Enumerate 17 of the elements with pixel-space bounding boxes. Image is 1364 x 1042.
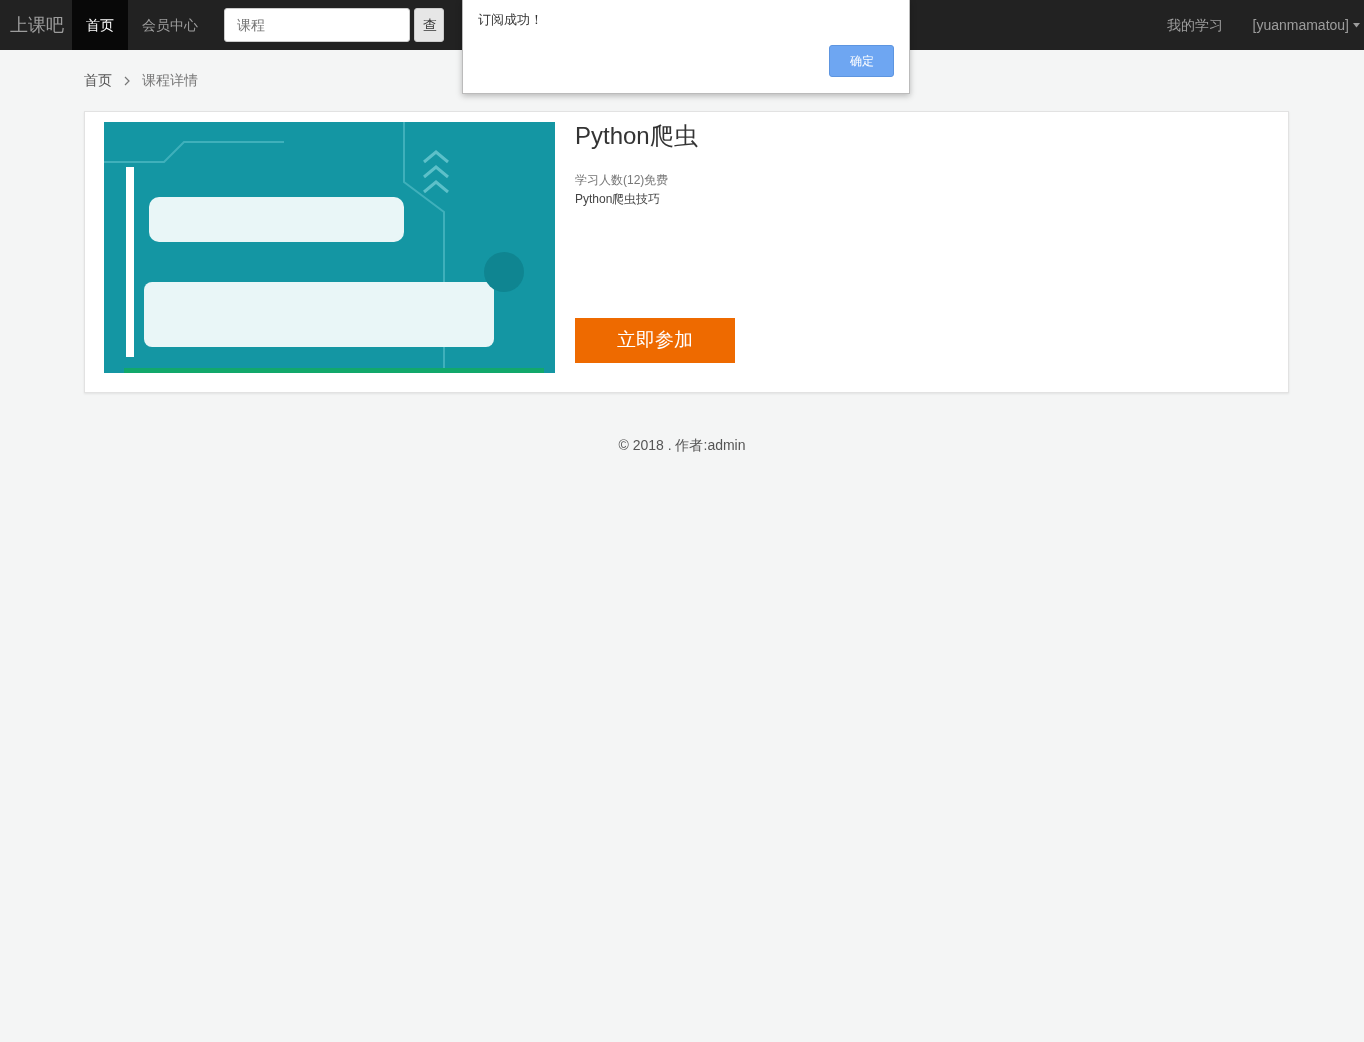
user-menu[interactable]: [yuanmamatou]	[1237, 0, 1364, 50]
breadcrumb-link[interactable]: 首页	[84, 70, 112, 91]
brand-logo[interactable]: 上课吧	[0, 0, 72, 50]
chevron-right-icon	[124, 75, 130, 86]
course-title: Python爬虫	[575, 122, 699, 151]
footer-text: © 2018 . 作者:admin	[617, 436, 747, 455]
nav-link[interactable]: 首页	[72, 0, 128, 50]
join-button[interactable]: 立即参加	[575, 318, 735, 363]
course-meta: 学习人数(12)免费	[575, 171, 670, 189]
nav-link[interactable]: 我的学习	[1151, 0, 1238, 50]
course-description: Python爬虫技巧	[575, 190, 662, 208]
breadcrumb-current: 课程详情	[142, 71, 198, 90]
search-button[interactable]: 查	[414, 8, 444, 42]
nav-link[interactable]: 会员中心	[128, 0, 212, 50]
caret-icon	[1353, 22, 1360, 28]
search-field[interactable]: 课程	[224, 8, 410, 42]
dialog-message: 订阅成功！	[478, 11, 544, 29]
